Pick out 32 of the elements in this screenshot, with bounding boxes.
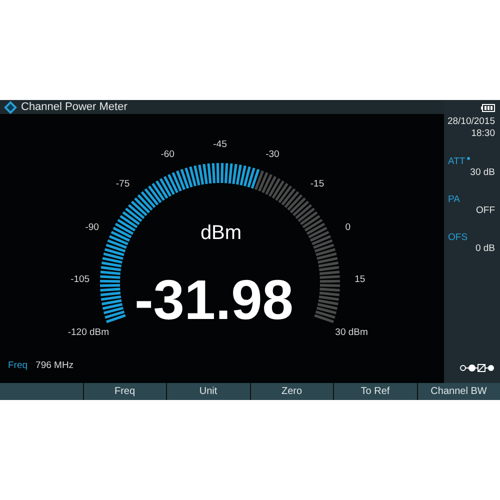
status-value: 0 dB [475,243,495,254]
status-value: 30 dB [470,167,495,178]
power-reading: -31.98 [134,268,294,331]
scale-label: 0 [345,222,351,234]
scale-label: 30 dBm [335,326,368,338]
softkey[interactable]: Zero [250,383,333,400]
scale-label: -120 dBm [68,326,110,338]
diamond-logo-icon [4,100,17,114]
window-title: Channel Power Meter [21,101,128,113]
softkey[interactable]: To Ref [333,383,416,400]
scale-label: -105 [70,274,90,286]
status-label: PA [448,194,460,205]
softkey[interactable]: Channel BW [416,383,500,400]
scale-label: -90 [85,222,99,234]
freq-value: 796 MHz [36,360,74,371]
freq-label: Freq [8,360,28,371]
status-label: OFS [448,232,468,243]
time-text: 18:30 [471,128,495,140]
scale-label: -60 [160,149,174,160]
status-value: OFF [476,205,495,216]
scale-label: -30 [266,149,280,160]
unit-label: dBm [200,222,242,244]
scale-label: -15 [310,178,324,190]
scale-label: 15 [354,274,366,286]
battery-icon [481,104,495,112]
softkey[interactable]: Unit [166,383,250,400]
scale-label: -75 [116,178,130,190]
connector-icon [459,363,495,373]
status-label: ATT [448,156,466,167]
date-text: 28/10/2015 [447,116,495,128]
scale-label: -45 [213,139,227,150]
softkey[interactable]: Freq [82,383,166,400]
